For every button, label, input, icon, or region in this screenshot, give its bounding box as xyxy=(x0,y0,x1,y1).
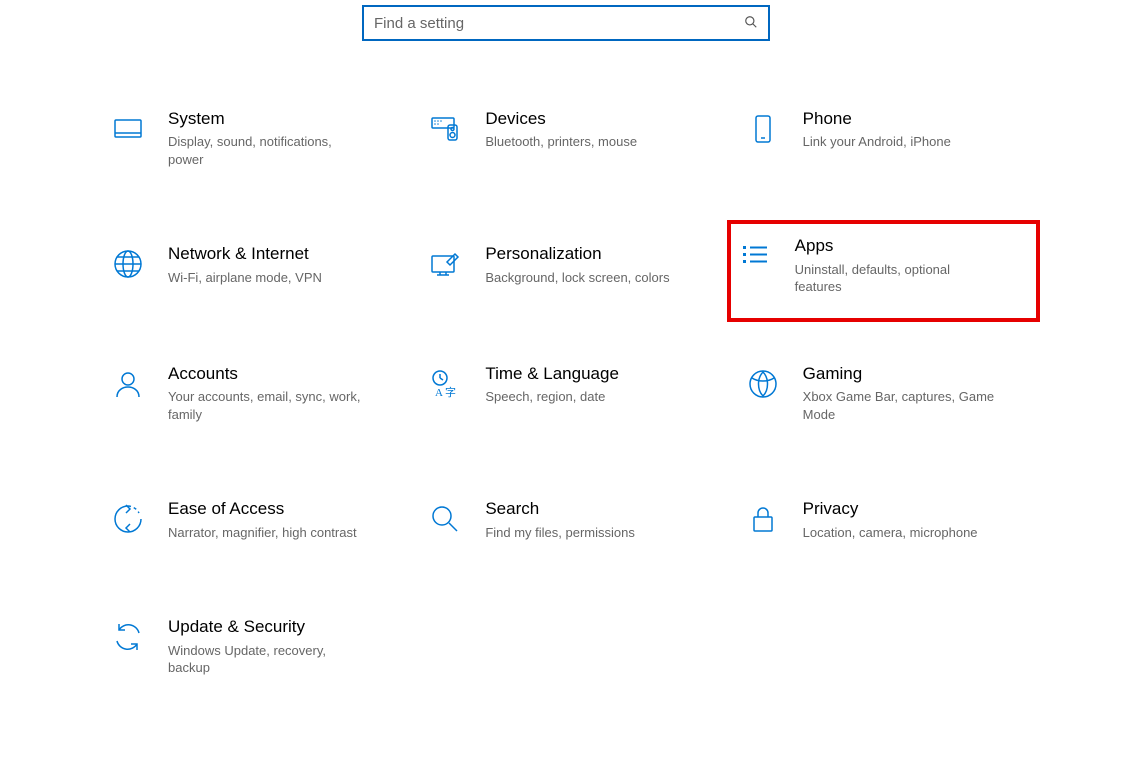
update-security-icon xyxy=(108,617,148,657)
personalization-icon xyxy=(425,244,465,284)
tile-desc: Speech, region, date xyxy=(485,388,619,406)
tile-desc: Your accounts, email, sync, work, family xyxy=(168,388,368,423)
tile-ease-of-access[interactable]: Ease of Access Narrator, magnifier, high… xyxy=(100,491,397,549)
tile-title: Ease of Access xyxy=(168,499,357,519)
tile-title: Gaming xyxy=(803,364,1003,384)
tile-desc: Location, camera, microphone xyxy=(803,524,978,542)
tile-gaming[interactable]: Gaming Xbox Game Bar, captures, Game Mod… xyxy=(735,356,1032,431)
tile-title: Search xyxy=(485,499,635,519)
tile-desc: Link your Android, iPhone xyxy=(803,133,951,151)
tile-desc: Windows Update, recovery, backup xyxy=(168,642,368,677)
tile-title: Privacy xyxy=(803,499,978,519)
tile-title: Accounts xyxy=(168,364,368,384)
devices-icon xyxy=(425,109,465,149)
tile-network[interactable]: Network & Internet Wi-Fi, airplane mode,… xyxy=(100,236,397,295)
tile-search[interactable]: Search Find my files, permissions xyxy=(417,491,714,549)
tile-desc: Background, lock screen, colors xyxy=(485,269,669,287)
tile-desc: Bluetooth, printers, mouse xyxy=(485,133,637,151)
time-language-icon: A 字 xyxy=(425,364,465,404)
tile-title: Update & Security xyxy=(168,617,368,637)
tile-accounts[interactable]: Accounts Your accounts, email, sync, wor… xyxy=(100,356,397,431)
accounts-icon xyxy=(108,364,148,404)
tile-desc: Display, sound, notifications, power xyxy=(168,133,368,168)
tile-title: Apps xyxy=(795,236,995,256)
phone-icon xyxy=(743,109,783,149)
tile-desc: Narrator, magnifier, high contrast xyxy=(168,524,357,542)
search-tile-icon xyxy=(425,499,465,539)
privacy-icon xyxy=(743,499,783,539)
ease-of-access-icon xyxy=(108,499,148,539)
gaming-icon xyxy=(743,364,783,404)
tile-privacy[interactable]: Privacy Location, camera, microphone xyxy=(735,491,1032,549)
tile-title: Devices xyxy=(485,109,637,129)
tile-title: Network & Internet xyxy=(168,244,322,264)
settings-grid: System Display, sound, notifications, po… xyxy=(0,101,1132,685)
system-icon xyxy=(108,109,148,149)
tile-desc: Find my files, permissions xyxy=(485,524,635,542)
svg-text:A: A xyxy=(435,387,443,399)
tile-desc: Xbox Game Bar, captures, Game Mode xyxy=(803,388,1003,423)
tile-desc: Wi-Fi, airplane mode, VPN xyxy=(168,269,322,287)
tile-title: Time & Language xyxy=(485,364,619,384)
search-icon xyxy=(744,15,758,32)
tile-personalization[interactable]: Personalization Background, lock screen,… xyxy=(417,236,714,295)
tile-phone[interactable]: Phone Link your Android, iPhone xyxy=(735,101,1032,176)
tile-update-security[interactable]: Update & Security Windows Update, recove… xyxy=(100,609,397,684)
svg-text:字: 字 xyxy=(445,385,456,399)
search-box[interactable] xyxy=(362,5,770,41)
network-icon xyxy=(108,244,148,284)
tile-title: System xyxy=(168,109,368,129)
tile-devices[interactable]: Devices Bluetooth, printers, mouse xyxy=(417,101,714,176)
tile-apps[interactable]: Apps Uninstall, defaults, optional featu… xyxy=(727,220,1040,321)
tile-title: Phone xyxy=(803,109,951,129)
search-input[interactable] xyxy=(374,15,744,32)
tile-time-language[interactable]: A 字 Time & Language Speech, region, date xyxy=(417,356,714,431)
tile-desc: Uninstall, defaults, optional features xyxy=(795,261,995,296)
apps-icon xyxy=(735,236,775,276)
tile-system[interactable]: System Display, sound, notifications, po… xyxy=(100,101,397,176)
tile-title: Personalization xyxy=(485,244,669,264)
